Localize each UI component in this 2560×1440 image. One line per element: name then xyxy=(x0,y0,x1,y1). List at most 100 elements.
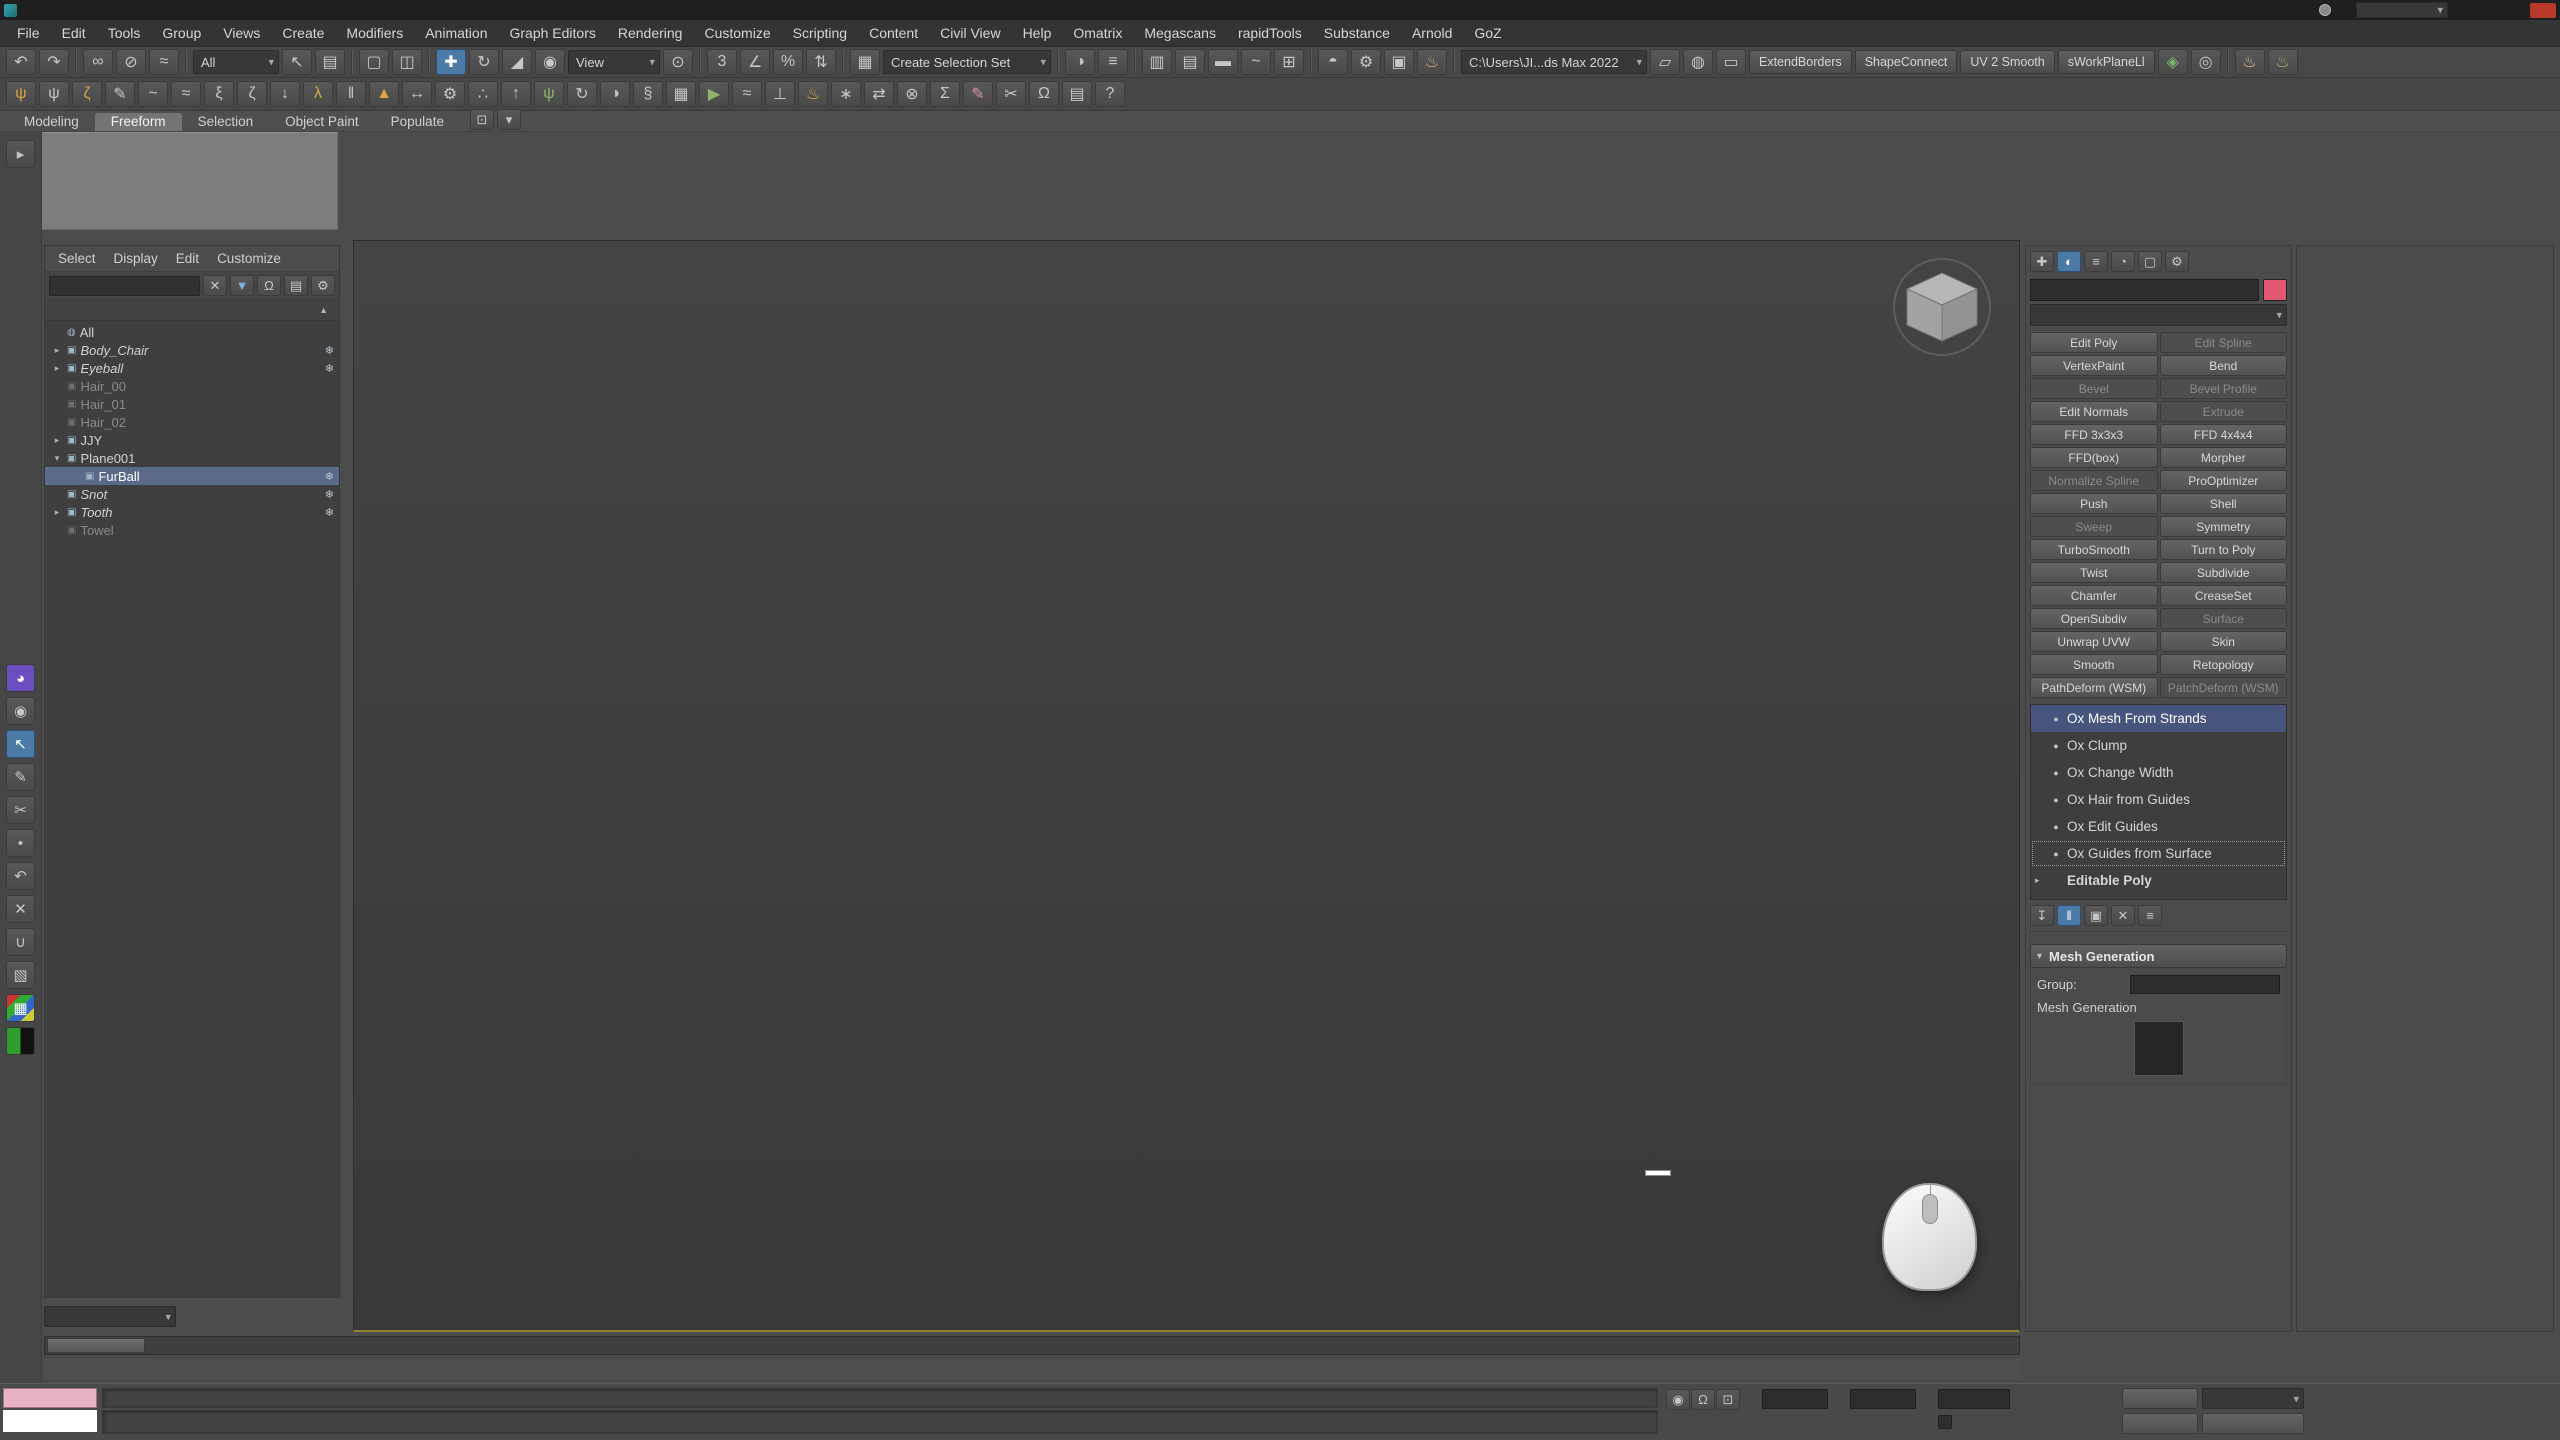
menu-create[interactable]: Create xyxy=(271,20,335,47)
spinner-snap-icon[interactable]: ⇅ xyxy=(806,49,836,75)
track-bar[interactable] xyxy=(44,1357,2020,1381)
ox-hair-from-guides-icon[interactable]: ζ xyxy=(72,81,102,107)
time-slider-handle[interactable] xyxy=(47,1338,145,1353)
knife-icon[interactable]: ✂ xyxy=(6,796,35,824)
key-filters-button[interactable] xyxy=(2202,1413,2304,1434)
ox-hair-clustering-icon[interactable]: ψ xyxy=(534,81,564,107)
expand-icon[interactable]: ▸ xyxy=(51,345,63,356)
modifier-list-dropdown[interactable] xyxy=(2030,304,2287,326)
strand-preset-yellow[interactable] xyxy=(2134,1021,2184,1076)
explorer-settings-icon[interactable]: ⚙ xyxy=(311,275,335,296)
eye-icon[interactable]: ◉ xyxy=(6,697,35,725)
filter-icon[interactable]: ▼ xyxy=(230,275,254,296)
explorer-row-jjy[interactable]: ▸▣JJY xyxy=(45,431,339,449)
ox-render-settings-icon[interactable]: ⚙ xyxy=(435,81,465,107)
modifier-button-smooth[interactable]: Smooth xyxy=(2030,654,2158,675)
view-cube[interactable] xyxy=(1887,255,1997,365)
menu-edit[interactable]: Edit xyxy=(51,20,97,47)
stack-item-ox-change-width[interactable]: ●Ox Change Width xyxy=(2031,759,2286,786)
menu-views[interactable]: Views xyxy=(212,20,271,47)
visibility-toggle-icon[interactable]: ● xyxy=(2050,741,2062,751)
ribbon-tab-selection[interactable]: Selection xyxy=(182,113,270,131)
modifier-button-subdivide[interactable]: Subdivide xyxy=(2160,562,2288,583)
ox-curl-brush-icon[interactable]: ✎ xyxy=(963,81,993,107)
frozen-icon[interactable]: ❄ xyxy=(325,344,334,357)
menu-file[interactable]: File xyxy=(6,20,51,47)
modifier-button-symmetry[interactable]: Symmetry xyxy=(2160,516,2288,537)
project-folder-dropdown[interactable]: C:\Users\JI...ds Max 2022 xyxy=(1461,50,1647,74)
select-and-link-icon[interactable]: ∞ xyxy=(83,49,113,75)
expand-icon[interactable]: ▸ xyxy=(51,435,63,446)
mini-listener-macro-line[interactable] xyxy=(3,1388,97,1408)
menu-rendering[interactable]: Rendering xyxy=(607,20,694,47)
y-coordinate-field[interactable] xyxy=(1850,1389,1916,1409)
menu-rapidtools[interactable]: rapidTools xyxy=(1227,20,1313,47)
modifier-button-edit-normals[interactable]: Edit Normals xyxy=(2030,401,2158,422)
maximize-button[interactable] xyxy=(2494,3,2520,18)
render-production-icon[interactable]: ♨ xyxy=(1417,49,1447,75)
modifier-button-opensubdiv[interactable]: OpenSubdiv xyxy=(2030,608,2158,629)
expand-icon[interactable]: ▸ xyxy=(51,363,63,374)
group-input[interactable]: Group: xyxy=(2037,975,2280,994)
modifier-button-ffd-box[interactable]: FFD(box) xyxy=(2030,447,2158,468)
explorer-menu-customize[interactable]: Customize xyxy=(208,251,290,266)
modifier-button-vertexpaint[interactable]: VertexPaint xyxy=(2030,355,2158,376)
ox-guides-from-shape-icon[interactable]: ψ xyxy=(39,81,69,107)
ribbon-tab-modeling[interactable]: Modeling xyxy=(8,113,95,131)
select-and-rotate-icon[interactable]: ↻ xyxy=(469,49,499,75)
modifier-button-prooptimizer[interactable]: ProOptimizer xyxy=(2160,470,2288,491)
color-swatch-icon[interactable] xyxy=(6,1027,35,1055)
ribbon-pin-icon[interactable]: ⊡ xyxy=(470,109,494,130)
expand-icon[interactable]: ▸ xyxy=(51,507,63,518)
ox-help-icon[interactable]: ? xyxy=(1095,81,1125,107)
use-pivot-center-icon[interactable]: ⊙ xyxy=(663,49,693,75)
window-crossing-icon[interactable]: ◫ xyxy=(392,49,422,75)
stack-item-ox-guides-from-surface[interactable]: ●Ox Guides from Surface xyxy=(2031,840,2286,867)
angle-snap-icon[interactable]: ∠ xyxy=(740,49,770,75)
z-coordinate-field[interactable] xyxy=(1938,1389,2010,1409)
visibility-toggle-icon[interactable]: ● xyxy=(2050,714,2062,724)
auto-key-button[interactable] xyxy=(2122,1388,2198,1409)
extend-borders-button[interactable]: ExtendBorders xyxy=(1749,50,1852,74)
visibility-toggle-icon[interactable]: ● xyxy=(2050,795,2062,805)
ox-guides-from-surface-icon[interactable]: ψ xyxy=(6,81,36,107)
reference-coordinate-dropdown[interactable]: View xyxy=(568,50,660,74)
modifier-button-unwrap-uvw[interactable]: Unwrap UVW xyxy=(2030,631,2158,652)
mirror-icon[interactable]: ◑ xyxy=(1065,49,1095,75)
ribbon-minimize-icon[interactable]: ▾ xyxy=(497,109,521,130)
enabled-toggle[interactable] xyxy=(1938,1415,1957,1429)
isolate-selection-icon[interactable]: ◍ xyxy=(1683,49,1713,75)
named-selection-sets-dropdown[interactable]: Create Selection Set xyxy=(883,50,1051,74)
remove-modifier-icon[interactable]: ✕ xyxy=(2111,905,2135,926)
percent-snap-icon[interactable]: % xyxy=(773,49,803,75)
explorer-row-body-chair[interactable]: ▸▣Body_Chair❄ xyxy=(45,341,339,359)
explorer-row-towel[interactable]: ▣Towel xyxy=(45,521,339,539)
modifier-button-ffd-3x3x3[interactable]: FFD 3x3x3 xyxy=(2030,424,2158,445)
workspace-dropdown[interactable] xyxy=(2356,2,2448,18)
ox-animation-icon[interactable]: ▶ xyxy=(699,81,729,107)
ox-strand-gravity-icon[interactable]: ↓ xyxy=(270,81,300,107)
ox-resolve-collisions-icon[interactable]: ⊗ xyxy=(897,81,927,107)
select-and-place-icon[interactable]: ◉ xyxy=(535,49,565,75)
explorer-row-tooth[interactable]: ▸▣Tooth❄ xyxy=(45,503,339,521)
menu-graph-editors[interactable]: Graph Editors xyxy=(498,20,606,47)
menu-megascans[interactable]: Megascans xyxy=(1133,20,1227,47)
ox-strand-detail-icon[interactable]: ∴ xyxy=(468,81,498,107)
isolate-selection-toggle-icon[interactable]: ◉ xyxy=(1666,1389,1690,1410)
menu-scripting[interactable]: Scripting xyxy=(782,20,858,47)
visibility-toggle-icon[interactable]: ● xyxy=(2050,849,2062,859)
render-setup-icon[interactable]: ⚙ xyxy=(1351,49,1381,75)
toggle-scene-explorer-icon[interactable]: ▥ xyxy=(1142,49,1172,75)
explorer-menu-select[interactable]: Select xyxy=(49,251,105,266)
modifier-button-turbosmooth[interactable]: TurboSmooth xyxy=(2030,539,2158,560)
show-end-result-icon[interactable]: ‖ xyxy=(2057,905,2081,926)
ox-ground-strands-icon[interactable]: ⊥ xyxy=(765,81,795,107)
ox-change-width-icon[interactable]: ↔ xyxy=(402,81,432,107)
render-iterative-icon[interactable]: ♨ xyxy=(2268,49,2298,75)
undo-icon[interactable]: ↶ xyxy=(6,49,36,75)
selection-filter-dropdown[interactable]: All xyxy=(193,50,279,74)
modifier-button-bend[interactable]: Bend xyxy=(2160,355,2288,376)
lock-explorer-icon[interactable]: Ω xyxy=(257,275,281,296)
menu-arnold[interactable]: Arnold xyxy=(1401,20,1463,47)
swatch-icon[interactable]: ▧ xyxy=(6,961,35,989)
